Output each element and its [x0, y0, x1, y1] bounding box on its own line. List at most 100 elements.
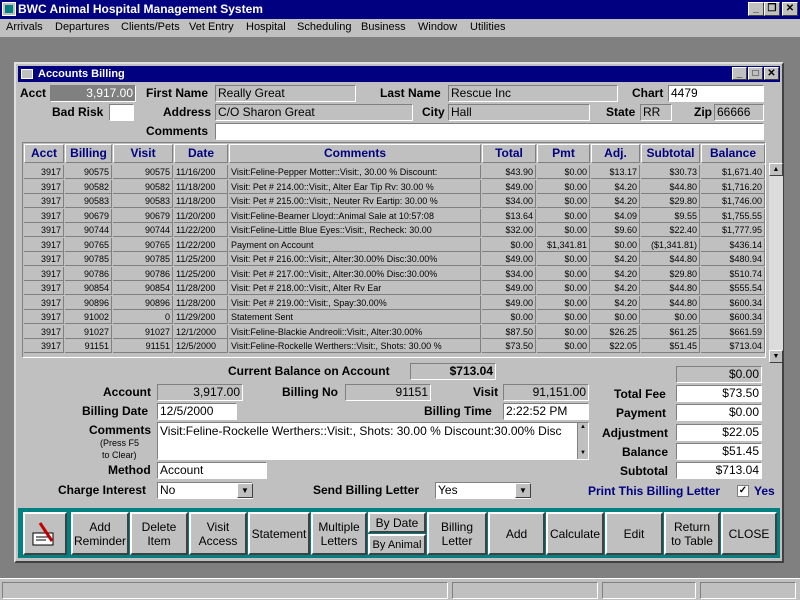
col-subtotal[interactable]: Subtotal: [641, 144, 700, 163]
cell-total[interactable]: $34.00: [482, 266, 536, 281]
billing-time-field[interactable]: 2:22:52 PM: [503, 403, 589, 420]
menu-hospital[interactable]: Hospital: [246, 21, 286, 33]
cell-pmt[interactable]: $0.00: [537, 324, 590, 339]
cell-acct[interactable]: 3917: [24, 194, 64, 208]
cell-billing[interactable]: 90896: [65, 295, 112, 310]
cell-date[interactable]: 11/25/200: [174, 266, 228, 281]
cell-comments[interactable]: Payment on Account: [229, 237, 481, 252]
cell-total[interactable]: $73.50: [482, 339, 536, 353]
col-balance[interactable]: Balance: [701, 144, 765, 163]
cell-comments[interactable]: Visit:Feline-Little Blue Eyes::Visit:, R…: [229, 223, 481, 237]
cell-adj[interactable]: $22.05: [591, 339, 640, 353]
cell-total[interactable]: $49.00: [482, 179, 536, 194]
cell-subtotal[interactable]: $30.73: [641, 165, 700, 179]
col-visit[interactable]: Visit: [113, 144, 173, 163]
cell-total[interactable]: $34.00: [482, 194, 536, 208]
cell-subtotal[interactable]: $44.80: [641, 281, 700, 295]
cell-balance[interactable]: $480.94: [701, 252, 765, 266]
cell-acct[interactable]: 3917: [24, 237, 64, 252]
table-row[interactable]: 3917 91151 91151 12/5/2000 Visit:Feline-Rock…: [23, 339, 765, 353]
cell-pmt[interactable]: $0.00: [537, 310, 590, 324]
cell-comments[interactable]: Visit:Feline-Rockelle Werthers::Visit:, …: [229, 339, 481, 353]
cell-acct[interactable]: 3917: [24, 165, 64, 179]
cell-adj[interactable]: $0.00: [591, 310, 640, 324]
cell-subtotal[interactable]: $44.80: [641, 295, 700, 310]
cell-visit[interactable]: 90582: [113, 179, 173, 194]
table-row[interactable]: 3917 91027 91027 12/1/2000 Visit:Feline-Blac…: [23, 324, 765, 339]
cell-date[interactable]: 11/29/200: [174, 310, 228, 324]
col-comments[interactable]: Comments: [229, 144, 481, 163]
balance-field[interactable]: $51.45: [676, 443, 762, 460]
billing-no-field[interactable]: 91151: [345, 384, 431, 401]
cell-subtotal[interactable]: $44.80: [641, 252, 700, 266]
cell-subtotal[interactable]: $0.00: [641, 310, 700, 324]
cell-pmt[interactable]: $0.00: [537, 165, 590, 179]
cell-total[interactable]: $49.00: [482, 252, 536, 266]
cell-acct[interactable]: 3917: [24, 179, 64, 194]
cell-total[interactable]: $13.64: [482, 208, 536, 223]
account-field[interactable]: 3,917.00: [157, 384, 243, 401]
cell-balance[interactable]: $713.04: [701, 339, 765, 353]
cell-billing[interactable]: 90582: [65, 179, 112, 194]
cell-acct[interactable]: 3917: [24, 223, 64, 237]
cell-date[interactable]: 11/22/200: [174, 223, 228, 237]
close-button[interactable]: CLOSE: [721, 512, 777, 555]
cell-comments[interactable]: Visit:Feline-Blackie Andreoli::Visit:, A…: [229, 324, 481, 339]
cell-adj[interactable]: $4.20: [591, 266, 640, 281]
table-row[interactable]: 3917 90765 90765 11/22/200 Payment on Accoun…: [23, 237, 765, 252]
cell-date[interactable]: 11/22/200: [174, 237, 228, 252]
cell-date[interactable]: 12/5/2000: [174, 339, 228, 353]
cell-billing[interactable]: 90785: [65, 252, 112, 266]
cell-comments[interactable]: Visit: Pet # 219.00::Visit:, Spay:30.00%: [229, 295, 481, 310]
table-row[interactable]: 3917 90785 90785 11/25/200 Visit: Pet # 216.…: [23, 252, 765, 266]
bad-risk-field[interactable]: [109, 104, 134, 121]
comments-field[interactable]: [215, 123, 764, 140]
cell-visit[interactable]: 90583: [113, 194, 173, 208]
table-row[interactable]: 3917 90575 90575 11/16/200 Visit:Feline-Pepp…: [23, 165, 765, 179]
table-row[interactable]: 3917 90679 90679 11/20/200 Visit:Feline-Beam…: [23, 208, 765, 223]
cell-balance[interactable]: $436.14: [701, 237, 765, 252]
window-icon[interactable]: [21, 69, 33, 79]
menu-business[interactable]: Business: [361, 21, 406, 33]
cell-comments[interactable]: Visit:Feline-Beamer Lloyd::Animal Sale a…: [229, 208, 481, 223]
city-field[interactable]: Hall: [448, 104, 590, 121]
cell-billing[interactable]: 90854: [65, 281, 112, 295]
cell-date[interactable]: 11/20/200: [174, 208, 228, 223]
cell-subtotal[interactable]: $44.80: [641, 179, 700, 194]
cell-acct[interactable]: 3917: [24, 295, 64, 310]
delete-item-button[interactable]: Delete Item: [130, 512, 188, 555]
menu-utilities[interactable]: Utilities: [470, 21, 505, 33]
cell-pmt[interactable]: $0.00: [537, 339, 590, 353]
cell-comments[interactable]: Visit: Pet # 214.00::Visit:, Alter Ear T…: [229, 179, 481, 194]
cell-visit[interactable]: 91027: [113, 324, 173, 339]
table-row[interactable]: 3917 90582 90582 11/18/200 Visit: Pet # 214.…: [23, 179, 765, 194]
add-reminder-button[interactable]: Add Reminder: [71, 512, 129, 555]
cell-date[interactable]: 11/28/200: [174, 281, 228, 295]
method-field[interactable]: Account: [157, 462, 267, 479]
cell-billing[interactable]: 90583: [65, 194, 112, 208]
zip-field[interactable]: 66666: [714, 104, 764, 121]
cell-acct[interactable]: 3917: [24, 252, 64, 266]
cell-pmt[interactable]: $0.00: [537, 208, 590, 223]
cell-comments[interactable]: Statement Sent: [229, 310, 481, 324]
cell-total[interactable]: $49.00: [482, 295, 536, 310]
cell-balance[interactable]: $1,671.40: [701, 165, 765, 179]
col-total[interactable]: Total: [482, 144, 536, 163]
cell-adj[interactable]: $4.20: [591, 179, 640, 194]
cell-billing[interactable]: 90679: [65, 208, 112, 223]
cell-balance[interactable]: $600.34: [701, 295, 765, 310]
window-maximize-icon[interactable]: □: [748, 67, 763, 80]
cell-visit[interactable]: 0: [113, 310, 173, 324]
cell-billing[interactable]: 91002: [65, 310, 112, 324]
cell-comments[interactable]: Visit: Pet # 217.00::Visit:, Alter:30.00…: [229, 266, 481, 281]
add-button[interactable]: Add: [488, 512, 545, 555]
cell-subtotal[interactable]: $51.45: [641, 339, 700, 353]
payment-field[interactable]: $0.00: [676, 404, 762, 421]
cell-balance[interactable]: $1,716.20: [701, 179, 765, 194]
adjustment-field[interactable]: $22.05: [676, 424, 762, 441]
cell-pmt[interactable]: $0.00: [537, 266, 590, 281]
cell-pmt[interactable]: $0.00: [537, 223, 590, 237]
cell-balance[interactable]: $510.74: [701, 266, 765, 281]
window-minimize-icon[interactable]: _: [732, 67, 747, 80]
letter-writer-button[interactable]: [23, 512, 67, 555]
